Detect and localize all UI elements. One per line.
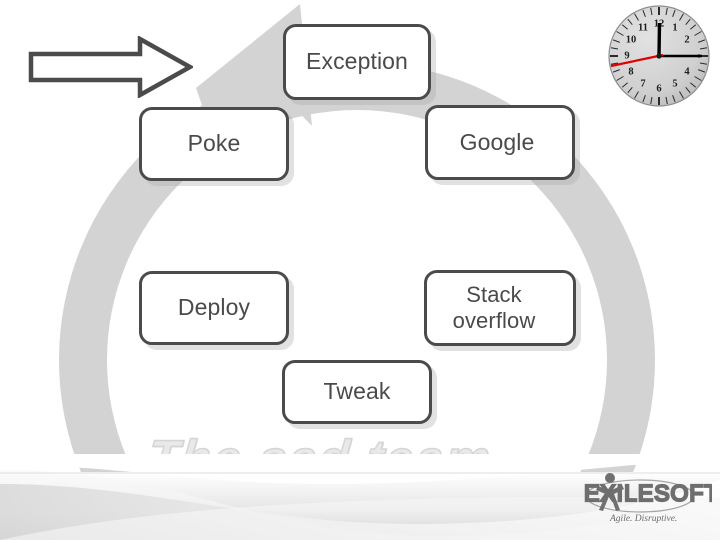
process-box-label: Tweak xyxy=(323,378,391,405)
svg-text:1: 1 xyxy=(672,22,677,33)
process-box-label: Poke xyxy=(187,130,241,157)
process-box-deploy[interactable]: Deploy xyxy=(139,271,289,345)
process-box-stack-overflow[interactable]: Stack overflow xyxy=(424,270,576,346)
process-box-exception[interactable]: Exception xyxy=(283,24,431,100)
svg-text:9: 9 xyxy=(624,50,629,61)
svg-text:2: 2 xyxy=(684,34,689,45)
logo-wordmark-text: EXILESOFT xyxy=(584,480,712,506)
process-box-poke[interactable]: Poke xyxy=(139,107,289,181)
exilesoft-logo: EXILESOFT Agile. Disruptive. xyxy=(583,473,712,524)
svg-text:7: 7 xyxy=(640,78,645,89)
svg-text:8: 8 xyxy=(628,66,633,77)
logo-tagline-text: Agile. Disruptive. xyxy=(609,514,677,524)
slide-canvas: Exception Poke Google Stack overflow Dep… xyxy=(0,0,720,540)
process-box-label: Google xyxy=(459,128,535,155)
svg-text:4: 4 xyxy=(684,66,690,77)
svg-text:11: 11 xyxy=(638,22,648,33)
svg-text:10: 10 xyxy=(626,34,637,45)
analog-clock-icon: 12 1 2 4 5 6 7 8 9 10 11 xyxy=(608,5,710,107)
svg-text:6: 6 xyxy=(656,83,661,94)
process-box-label: Deploy xyxy=(177,294,251,321)
process-box-label: Stack overflow xyxy=(452,282,536,333)
svg-text:5: 5 xyxy=(672,78,677,89)
process-box-label: Exception xyxy=(306,48,408,75)
right-block-arrow-icon xyxy=(28,36,193,98)
process-box-google[interactable]: Google xyxy=(425,105,575,180)
process-box-tweak[interactable]: Tweak xyxy=(282,360,432,424)
